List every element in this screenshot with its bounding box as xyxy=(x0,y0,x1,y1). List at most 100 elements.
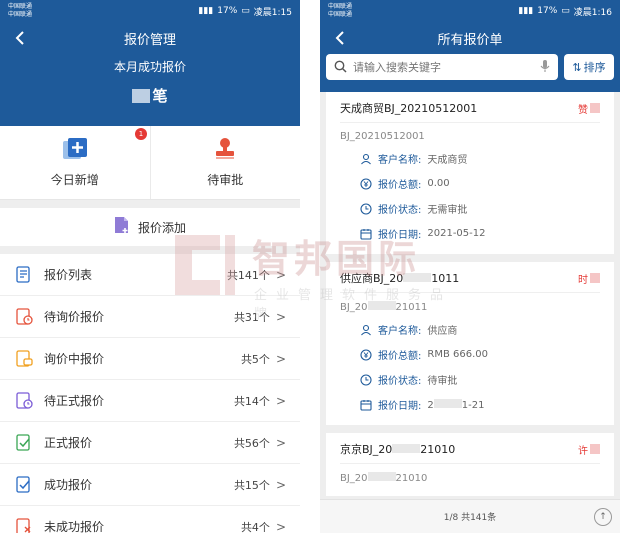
quote-code: BJ_20 21011 xyxy=(340,301,428,313)
total-icon xyxy=(360,177,372,190)
status-bar: 中国联通 中国联通 ▮▮▮ 17% ▭ 凌晨1:15 xyxy=(0,0,300,22)
document-add-icon xyxy=(114,216,130,238)
menu-item-label: 待正式报价 xyxy=(44,394,105,408)
menu-item[interactable]: 询价中报价 共5个 > xyxy=(0,338,300,380)
quote-field-state: 报价状态: 无需审批 xyxy=(340,196,600,221)
blurred-text xyxy=(433,398,462,408)
list-doc-icon xyxy=(14,265,34,285)
quote-field-value: RMB 666.00 xyxy=(427,349,488,360)
signal-icon: ▮▮▮ xyxy=(198,6,214,16)
quote-add-button[interactable]: 报价添加 xyxy=(0,208,300,246)
quote-field-value: 天成商贸 xyxy=(427,155,468,166)
quote-field-customer: 客户名称: 天成商贸 xyxy=(340,146,600,171)
quick-pending-approval-label: 待审批 xyxy=(207,173,244,187)
search-input[interactable] xyxy=(353,60,534,74)
quick-actions: 今日新增 1 待审批 xyxy=(0,126,300,200)
quote-owner-tag: 时 xyxy=(578,270,600,286)
notification-badge: 1 xyxy=(135,128,147,140)
menu-item-label: 询价中报价 xyxy=(44,352,105,366)
chevron-right-icon: > xyxy=(275,435,286,450)
quote-field-date: 报价日期: 2 1-21 xyxy=(340,392,600,417)
quick-pending-approval[interactable]: 待审批 xyxy=(149,126,301,199)
summary-count: 笔 xyxy=(0,85,300,106)
menu-item-label: 未成功报价 xyxy=(44,520,105,533)
navbar: 报价管理 xyxy=(0,22,300,54)
blurred-text xyxy=(392,444,421,453)
chevron-right-icon: > xyxy=(275,519,286,533)
quick-today-new[interactable]: 今日新增 1 xyxy=(0,126,150,199)
summary-subtitle: 本月成功报价 xyxy=(113,60,186,74)
menu-item[interactable]: 成功报价 共15个 > xyxy=(0,464,300,506)
quote-card[interactable]: 天成商贸BJ_20210512001 赞 BJ_20210512001 客户名称: 天成… xyxy=(326,92,614,254)
menu-item[interactable]: 正式报价 共56个 > xyxy=(0,422,300,464)
chevron-right-icon: > xyxy=(275,477,286,492)
navbar: 所有报价单 xyxy=(320,22,620,54)
chevron-right-icon: > xyxy=(275,393,286,408)
quote-add-label: 报价添加 xyxy=(137,220,186,235)
search-row: ⇅ 排序 xyxy=(320,54,620,80)
blurred-text xyxy=(403,273,432,282)
quote-field-total: 报价总额: RMB 666.00 xyxy=(340,342,600,367)
customer-icon xyxy=(360,153,372,165)
quote-field-total: 报价总额: 0.00 xyxy=(340,171,600,196)
quote-card-list: 天成商贸BJ_20210512001 赞 BJ_20210512001 客户名称: 天成… xyxy=(320,92,620,496)
quote-field-state: 报价状态: 待审批 xyxy=(340,367,600,392)
quote-field-value: 2021-05-12 xyxy=(427,228,486,239)
battery-percent: 17% xyxy=(537,6,558,16)
header: 中国联通 中国联通 ▮▮▮ 17% ▭ 凌晨1:16 所有报价单 请输入搜索关键… xyxy=(320,0,620,92)
quote-card-header: 京京BJ_20 21010 许 xyxy=(340,441,600,464)
customer-icon xyxy=(360,324,372,336)
battery-percent: 17% xyxy=(217,6,238,16)
blurred-count xyxy=(132,88,151,103)
menu-item-count: 共4个 xyxy=(240,520,270,533)
clock-time: 凌晨1:16 xyxy=(573,7,612,18)
chat-doc-icon xyxy=(14,349,34,369)
menu-item[interactable]: 待询价报价 共31个 > xyxy=(0,296,300,338)
check-doc-icon xyxy=(14,475,34,495)
menu-item[interactable]: 未成功报价 共4个 > xyxy=(0,506,300,533)
sort-label: 排序 xyxy=(583,61,606,74)
menu-item-count: 共56个 xyxy=(233,436,270,450)
menu-item-label: 报价列表 xyxy=(44,268,93,282)
signal-icon: ▮▮▮ xyxy=(518,6,534,16)
sort-button[interactable]: ⇅ 排序 xyxy=(564,54,614,80)
status-right: ▮▮▮ 17% ▭ 凌晨1:16 xyxy=(518,5,612,18)
total-icon xyxy=(360,348,372,361)
chevron-right-icon: > xyxy=(275,267,286,282)
state-icon xyxy=(360,373,372,386)
sort-icon: ⇅ xyxy=(572,60,582,74)
menu-item-label: 成功报价 xyxy=(44,478,93,492)
date-icon xyxy=(360,228,372,240)
quote-card[interactable]: 供应商BJ_20 1011 时 BJ_20 21011 客户名称: 供应商 报价总额: RMB … xyxy=(326,262,614,425)
clock-doc-icon xyxy=(14,391,34,411)
chevron-right-icon: > xyxy=(275,309,286,324)
back-to-top-icon[interactable]: ↑ xyxy=(594,508,612,526)
quote-card-header: 供应商BJ_20 1011 时 xyxy=(340,270,600,293)
quote-title: 供应商BJ_20 1011 xyxy=(340,272,460,285)
quote-code: BJ_20 21010 xyxy=(340,472,428,484)
quote-card[interactable]: 京京BJ_20 21010 许 BJ_20 21010 xyxy=(326,433,614,496)
quote-field-value: 0.00 xyxy=(427,178,450,189)
menu-item[interactable]: 报价列表 共141个 > xyxy=(0,254,300,296)
pagination-footer: 1/8 共141条 ↑ xyxy=(320,499,620,533)
menu-item-label: 待询价报价 xyxy=(44,310,105,324)
quote-menu-list: 报价列表 共141个 > 待询价报价 共31个 > 询价中报价 共5个 > 待正式报价 共14个 > 正… xyxy=(0,254,300,533)
quote-card-header: 天成商贸BJ_20210512001 赞 xyxy=(340,100,600,123)
back-icon[interactable] xyxy=(330,28,350,48)
header: 中国联通 中国联通 ▮▮▮ 17% ▭ 凌晨1:15 报价管理 本月成功报价 笔 xyxy=(0,0,300,126)
add-square-icon xyxy=(62,137,88,165)
page-title: 所有报价单 xyxy=(437,32,503,48)
all-quotes-screen: 中国联通 中国联通 ▮▮▮ 17% ▭ 凌晨1:16 所有报价单 请输入搜索关键… xyxy=(320,0,620,533)
quote-title: 京京BJ_20 21010 xyxy=(340,443,456,456)
menu-item[interactable]: 待正式报价 共14个 > xyxy=(0,380,300,422)
blurred-text xyxy=(367,472,396,481)
microphone-icon[interactable] xyxy=(540,58,550,77)
search-box[interactable] xyxy=(326,54,558,80)
menu-item-count: 共15个 xyxy=(233,478,270,492)
state-icon xyxy=(360,202,372,215)
back-icon[interactable] xyxy=(10,28,30,48)
x-doc-icon xyxy=(14,517,34,533)
quote-title: 天成商贸BJ_20210512001 xyxy=(340,102,478,115)
quote-owner-tag: 赞 xyxy=(578,100,600,116)
date-icon xyxy=(360,399,372,411)
